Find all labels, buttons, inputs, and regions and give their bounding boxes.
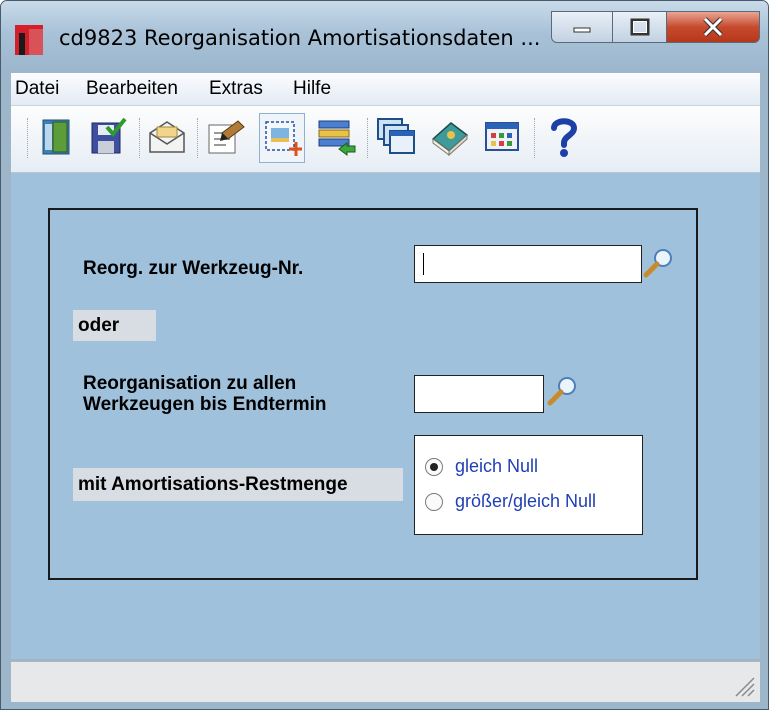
close-icon xyxy=(703,17,723,37)
mail-button[interactable] xyxy=(145,113,189,161)
werkzeug-label: Reorg. zur Werkzeug-Nr. xyxy=(83,258,304,279)
edit-button[interactable] xyxy=(204,113,248,161)
endtermin-input[interactable] xyxy=(414,375,544,413)
menu-bar: Datei Bearbeiten Extras Hilfe xyxy=(11,73,760,106)
toolbar-separator xyxy=(197,118,201,158)
text-cursor xyxy=(423,253,424,275)
resize-grip-icon[interactable] xyxy=(732,674,756,698)
radio-button[interactable] xyxy=(425,492,443,511)
werkzeug-nr-input[interactable] xyxy=(414,245,642,283)
windows-icon xyxy=(377,118,415,154)
help-icon xyxy=(551,118,578,157)
book-icon xyxy=(431,122,469,157)
minimize-button[interactable] xyxy=(551,11,613,43)
search-icon[interactable] xyxy=(545,375,579,409)
mail-icon xyxy=(149,121,185,153)
table-button[interactable] xyxy=(481,113,525,161)
exit-door-icon xyxy=(42,119,70,155)
new-record-icon xyxy=(265,121,302,156)
save-button[interactable] xyxy=(86,113,130,161)
toolbar xyxy=(11,106,760,173)
toolbar-separator xyxy=(367,118,371,158)
table-icon xyxy=(485,122,519,151)
reorganisation-groupbox: Reorg. zur Werkzeug-Nr. oder Reorganisat… xyxy=(48,208,698,580)
oder-label: oder xyxy=(78,315,120,336)
help-button[interactable] xyxy=(542,113,586,161)
radio-gleich-null[interactable]: gleich Null xyxy=(425,456,538,477)
status-bar xyxy=(11,661,760,702)
restmenge-radio-group: gleich Null größer/gleich Null xyxy=(414,435,643,535)
toolbar-separator xyxy=(534,118,538,158)
menu-extras[interactable]: Extras xyxy=(209,78,263,100)
radio-groesser-gleich-null[interactable]: größer/gleich Null xyxy=(425,491,596,512)
minimize-icon xyxy=(573,27,591,33)
windows-button[interactable] xyxy=(375,113,419,161)
radio-button-selected[interactable] xyxy=(425,457,443,476)
app-icon xyxy=(15,25,43,55)
endtermin-label-line1: Reorganisation zu allen xyxy=(83,373,297,394)
radio-dot xyxy=(430,462,438,471)
exit-button[interactable] xyxy=(35,113,79,161)
close-button[interactable] xyxy=(666,11,760,43)
toolbar-separator xyxy=(139,118,143,158)
book-button[interactable] xyxy=(428,113,472,161)
save-icon xyxy=(91,117,127,154)
restmenge-label: mit Amortisations-Restmenge xyxy=(78,474,348,495)
search-icon[interactable] xyxy=(641,247,675,281)
radio-gleich-null-label: gleich Null xyxy=(455,456,539,476)
menu-datei[interactable]: Datei xyxy=(15,78,59,100)
application-window: cd9823 Reorganisation Amortisationsdaten… xyxy=(0,0,769,710)
radio-groesser-gleich-null-label: größer/gleich Null xyxy=(455,491,597,511)
menu-hilfe[interactable]: Hilfe xyxy=(293,78,331,100)
list-transfer-button[interactable] xyxy=(315,113,359,161)
maximize-button[interactable] xyxy=(612,11,667,43)
new-record-button[interactable] xyxy=(259,113,305,163)
window-title: cd9823 Reorganisation Amortisationsdaten… xyxy=(59,26,541,50)
endtermin-label-line2: Werkzeugen bis Endtermin xyxy=(83,394,327,415)
maximize-icon xyxy=(630,18,649,36)
list-transfer-icon xyxy=(318,120,356,156)
form-area: Reorg. zur Werkzeug-Nr. oder Reorganisat… xyxy=(11,173,760,659)
toolbar-separator xyxy=(27,118,31,158)
title-bar[interactable]: cd9823 Reorganisation Amortisationsdaten… xyxy=(1,1,768,71)
menu-bearbeiten[interactable]: Bearbeiten xyxy=(86,78,178,100)
edit-document-icon xyxy=(208,120,245,154)
